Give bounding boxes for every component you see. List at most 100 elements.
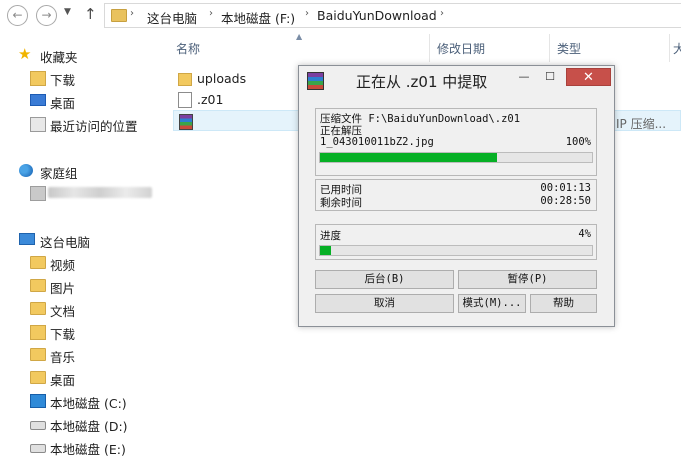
sidebar-item-downloads[interactable]: 下载 [0,67,165,89]
sidebar-item-label: 音乐 [50,350,76,365]
overall-progress-fill [320,246,331,255]
column-divider[interactable] [429,34,430,62]
column-header-type[interactable]: 类型 [557,40,581,57]
sidebar-item-label: 这台电脑 [40,235,91,250]
drive-icon [30,444,46,453]
sidebar-item-label: 收藏夹 [40,50,78,65]
recent-places-icon [30,117,46,132]
breadcrumb-chevron-icon[interactable]: › [440,8,444,19]
folder-icon [178,73,192,86]
sidebar-item-music[interactable]: 音乐 [0,344,165,366]
desktop-folder-icon [30,371,46,384]
pictures-folder-icon [30,279,46,292]
overall-progress-bar [319,245,593,256]
drive-icon [30,421,46,430]
remaining-value: 00:28:50 [540,195,591,207]
breadcrumb-this-pc[interactable]: 这台电脑 [147,8,197,27]
sidebar-item-label: 图片 [50,281,76,296]
music-folder-icon [30,348,46,361]
sidebar-item-user[interactable] [0,182,165,204]
downloads-folder-icon [30,71,46,86]
dialog-title: 正在从 .z01 中提取 [356,73,488,91]
column-header-size[interactable]: 大 [673,40,681,57]
file-type-text: IP 压缩... [616,117,667,131]
file-percent-text: 100% [565,136,591,148]
remaining-label: 剩余时间 [320,197,362,209]
minimize-button[interactable]: — [513,68,535,86]
downloads-folder-icon [30,325,46,340]
back-arrow-icon[interactable]: ← [7,5,28,26]
desktop-icon [30,94,46,106]
folder-icon [111,9,127,22]
dialog-titlebar[interactable]: 正在从 .z01 中提取 — ☐ ✕ [299,66,614,94]
sidebar-item-desktop[interactable]: 桌面 [0,90,165,112]
user-icon [30,186,46,201]
sidebar-item-label: 桌面 [50,373,76,388]
sidebar-item-label: 视频 [50,258,76,273]
recent-locations-chevron-icon[interactable]: ▼ [64,7,71,17]
column-divider[interactable] [549,34,550,62]
extraction-dialog: 正在从 .z01 中提取 — ☐ ✕ 压缩文件 F:\BaiduYunDownl… [298,65,615,327]
star-icon: ★ [18,45,32,63]
column-divider[interactable] [669,34,670,62]
breadcrumb-chevron-icon[interactable]: › [209,8,213,19]
current-file-name: 1_043010011bZ2.jpg [320,136,434,148]
sidebar-item-desktop-pc[interactable]: 桌面 [0,367,165,389]
windows-drive-icon [30,394,46,408]
mode-button[interactable]: 模式(M)... [458,294,526,313]
help-button[interactable]: 帮助 [530,294,597,313]
column-header-date[interactable]: 修改日期 [437,40,485,57]
file-progress-fill [320,153,497,162]
progress-label: 进度 [320,230,341,242]
file-info-panel: 压缩文件 F:\BaiduYunDownload\.z01 正在解压 1_043… [315,108,597,176]
overall-progress-panel: 进度 4% [315,224,597,260]
sidebar-item-favorites[interactable]: ★ 收藏夹 [0,44,165,66]
sidebar-item-label: 本地磁盘 (E:) [50,442,126,457]
sidebar-item-label: 本地磁盘 (D:) [50,419,128,434]
column-header-name[interactable]: 名称 [176,40,200,57]
breadcrumb-folder[interactable]: BaiduYunDownload [317,8,437,23]
rar-archive-icon [179,114,193,130]
breadcrumb-chevron-icon[interactable]: › [130,8,134,19]
file-icon [178,92,192,108]
progress-percent-text: 4% [578,228,591,240]
time-panel: 已用时间 00:01:13 剩余时间 00:28:50 [315,179,597,211]
sidebar-item-label: 最近访问的位置 [50,119,138,134]
sidebar-item-documents[interactable]: 文档 [0,298,165,320]
sidebar-item-recent[interactable]: 最近访问的位置 [0,113,165,135]
address-bar[interactable]: › 这台电脑 › 本地磁盘 (F:) › BaiduYunDownload › [104,3,681,28]
sidebar-item-label: 本地磁盘 (C:) [50,396,127,411]
sidebar-item-label: 文档 [50,304,76,319]
close-button[interactable]: ✕ [566,68,611,86]
navigation-pane: ★ 收藏夹 下载 桌面 最近访问的位置 家庭组 这台电脑 视频 图片 文档 下载 [0,30,165,457]
sidebar-item-label: 桌面 [50,96,76,111]
file-name: .z01 [197,92,224,107]
elapsed-value: 00:01:13 [540,182,591,194]
homegroup-icon [19,164,33,177]
file-progress-bar [319,152,593,163]
sidebar-item-label: 家庭组 [40,166,78,181]
sidebar-item-pictures[interactable]: 图片 [0,275,165,297]
cancel-button[interactable]: 取消 [315,294,454,313]
breadcrumb-chevron-icon[interactable]: › [305,8,309,19]
sidebar-item-drive-c[interactable]: 本地磁盘 (C:) [0,390,165,412]
documents-folder-icon [30,302,46,315]
breadcrumb-drive-f[interactable]: 本地磁盘 (F:) [221,8,295,27]
sidebar-item-this-pc[interactable]: 这台电脑 [0,229,165,251]
sidebar-item-homegroup[interactable]: 家庭组 [0,160,165,182]
videos-folder-icon [30,256,46,269]
address-row: ← → ▼ ↑ › 这台电脑 › 本地磁盘 (F:) › BaiduYunDow… [0,0,681,30]
computer-icon [19,233,35,245]
background-button[interactable]: 后台(B) [315,270,454,289]
pause-button[interactable]: 暂停(P) [458,270,597,289]
sidebar-item-videos[interactable]: 视频 [0,252,165,274]
sidebar-item-downloads-pc[interactable]: 下载 [0,321,165,343]
sort-ascending-icon: ▲ [296,32,303,41]
forward-arrow-icon[interactable]: → [36,5,57,26]
winrar-icon [307,72,324,90]
maximize-button[interactable]: ☐ [539,68,561,86]
sidebar-item-label: 下载 [50,73,76,88]
sidebar-item-drive-d[interactable]: 本地磁盘 (D:) [0,413,165,435]
sidebar-item-label: 下载 [50,327,76,342]
up-arrow-icon[interactable]: ↑ [84,5,97,23]
